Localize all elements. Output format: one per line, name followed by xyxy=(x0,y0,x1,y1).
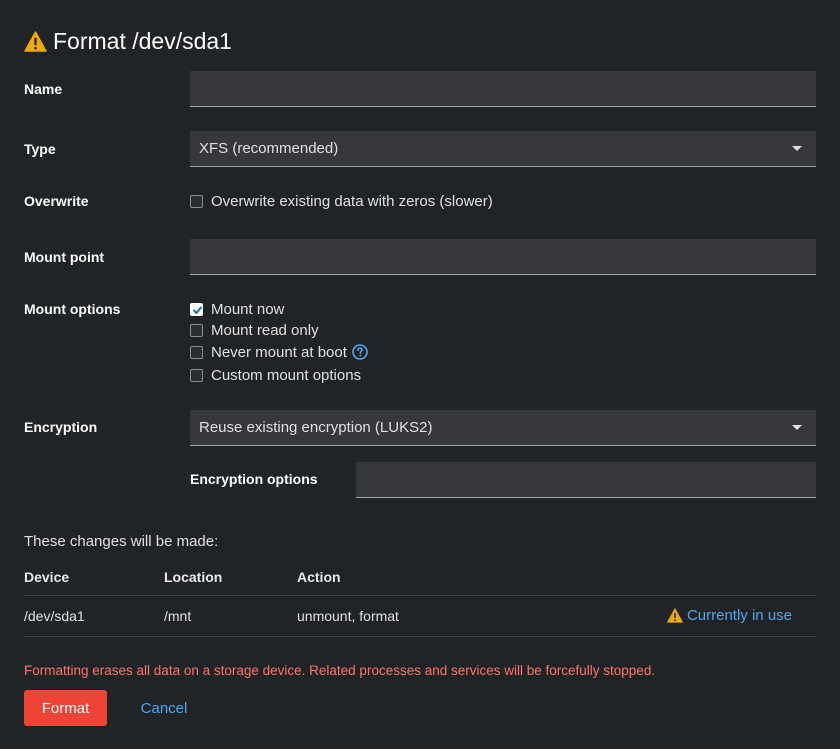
table-header-row: Device Location Action xyxy=(24,560,816,596)
currently-in-use-link[interactable]: Currently in use xyxy=(547,607,816,624)
name-label: Name xyxy=(24,81,63,97)
encryption-options-input[interactable] xyxy=(356,462,816,498)
type-select-value: XFS (recommended) xyxy=(199,140,339,157)
mount-read-only-label: Mount read only xyxy=(211,321,319,339)
mount-point-label: Mount point xyxy=(24,249,105,265)
format-button[interactable]: Format xyxy=(24,690,107,726)
column-header-device: Device xyxy=(24,560,164,596)
encryption-select-value: Reuse existing encryption (LUKS2) xyxy=(199,419,433,436)
device-cell: /dev/sda1 xyxy=(24,595,164,637)
custom-mount-options-label: Custom mount options xyxy=(211,366,362,384)
never-mount-at-boot-row[interactable]: Never mount at boot xyxy=(190,342,368,362)
custom-mount-options-row[interactable]: Custom mount options xyxy=(190,365,361,385)
overwrite-checkbox-row[interactable]: Overwrite existing data with zeros (slow… xyxy=(190,191,493,211)
column-header-status xyxy=(547,560,816,596)
mount-now-checkbox[interactable] xyxy=(190,302,203,316)
changes-table: Device Location Action /dev/sda1 /mnt un… xyxy=(24,560,816,637)
type-label: Type xyxy=(24,141,56,157)
cancel-button[interactable]: Cancel xyxy=(124,690,204,726)
caret-down-icon xyxy=(792,425,802,430)
never-mount-at-boot-checkbox[interactable] xyxy=(190,345,203,359)
changes-title: These changes will be made: xyxy=(24,533,219,550)
caret-down-icon xyxy=(792,146,802,151)
encryption-label: Encryption xyxy=(24,419,98,435)
custom-mount-options-checkbox[interactable] xyxy=(190,368,203,382)
table-row: /dev/sda1 /mnt unmount, format Currently… xyxy=(24,595,816,637)
overwrite-checkbox[interactable] xyxy=(190,194,203,208)
mount-point-input[interactable] xyxy=(190,239,816,275)
warning-icon xyxy=(24,30,47,52)
mount-now-row[interactable]: Mount now xyxy=(190,299,284,319)
overwrite-label: Overwrite xyxy=(24,193,89,209)
never-mount-at-boot-label: Never mount at boot xyxy=(211,343,347,361)
currently-in-use-text: Currently in use xyxy=(686,607,792,624)
mount-options-label: Mount options xyxy=(24,301,121,317)
status-cell: Currently in use xyxy=(547,595,816,637)
mount-read-only-row[interactable]: Mount read only xyxy=(190,320,319,340)
data-loss-warning: Formatting erases all data on a storage … xyxy=(24,663,656,678)
column-header-action: Action xyxy=(297,560,547,596)
dialog-title-text: Format /dev/sda1 xyxy=(53,27,232,54)
question-circle-icon[interactable] xyxy=(352,344,368,360)
checkmark-icon xyxy=(193,306,202,314)
name-input[interactable] xyxy=(190,71,816,107)
mount-read-only-checkbox[interactable] xyxy=(190,323,203,337)
encryption-options-label: Encryption options xyxy=(190,471,318,487)
mount-now-label: Mount now xyxy=(211,300,285,318)
column-header-location: Location xyxy=(164,560,297,596)
warning-icon xyxy=(667,608,683,623)
encryption-select[interactable]: Reuse existing encryption (LUKS2) xyxy=(190,410,816,446)
location-cell: /mnt xyxy=(164,595,297,637)
type-select[interactable]: XFS (recommended) xyxy=(190,131,816,167)
overwrite-option-label: Overwrite existing data with zeros (slow… xyxy=(211,192,493,210)
dialog-title: Format /dev/sda1 xyxy=(24,26,232,56)
action-cell: unmount, format xyxy=(297,595,547,637)
